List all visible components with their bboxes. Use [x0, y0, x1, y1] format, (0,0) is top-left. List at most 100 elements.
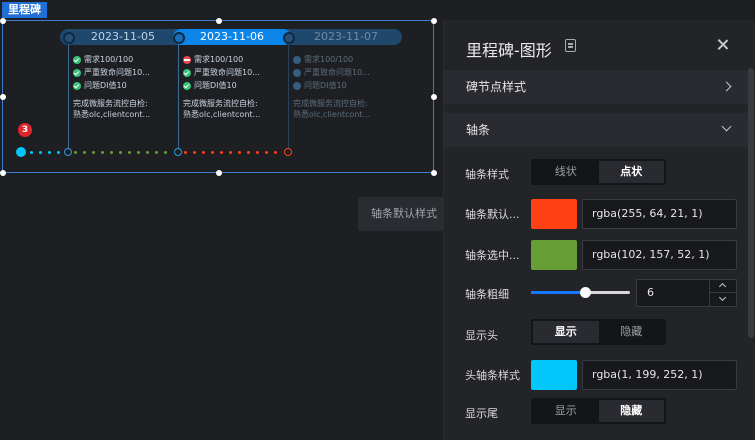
axis-dot	[256, 151, 259, 154]
axis-style-toggle: 线状 点状	[531, 159, 666, 185]
show-tail-toggle: 显示 隐藏	[531, 398, 666, 424]
axis-dot	[57, 151, 60, 154]
axis-thickness-slider[interactable]	[531, 287, 630, 298]
slider-fill	[531, 291, 586, 294]
axis-selected-color-input[interactable]: rgba(102, 157, 52, 1)	[582, 240, 737, 270]
axis-selected-color-swatch[interactable]	[531, 240, 577, 270]
axis-dot	[128, 151, 131, 154]
resize-handle-bottom-right[interactable]	[431, 170, 437, 176]
axis-dot	[83, 151, 86, 154]
canvas-area: 里程碑 2023-11-05 2023-11-06 2023-11-07 需求1…	[0, 0, 450, 440]
axis-dot	[211, 151, 214, 154]
thickness-value: 6	[647, 286, 654, 299]
milestone-card[interactable]: 需求100/100 严重致命问题10... 问题DI值10 完成微服务流控自检:…	[73, 53, 181, 120]
milestone-marker-icon	[63, 32, 75, 44]
axis-default-color-input[interactable]: rgba(255, 64, 21, 1)	[582, 199, 737, 229]
annotation-badge-3: 3	[18, 123, 32, 137]
milestone-date-active[interactable]: 2023-11-06	[173, 29, 291, 45]
section-node-style[interactable]: 碑节点样式	[444, 70, 748, 104]
pending-circle-icon	[293, 55, 301, 64]
axis-style-dot-option[interactable]: 点状	[598, 161, 664, 183]
milestone-date[interactable]: 2023-11-05	[74, 29, 172, 45]
card-item: 问题DI值10	[73, 79, 181, 92]
card-item: 严重致命问题10...	[73, 66, 181, 79]
slider-thumb[interactable]	[580, 287, 592, 298]
head-color-input[interactable]: rgba(1, 199, 252, 1)	[582, 360, 737, 390]
axis-style-line-option[interactable]: 线状	[533, 161, 599, 183]
axis-dot	[220, 151, 223, 154]
check-circle-icon	[73, 81, 81, 90]
axis-dot	[92, 151, 95, 154]
document-icon[interactable]	[565, 39, 576, 52]
resize-handle-bottom-left[interactable]	[0, 170, 6, 176]
resize-handle-right[interactable]	[431, 94, 437, 100]
close-icon[interactable]	[714, 36, 732, 54]
axis-style-label: 轴条样式	[465, 168, 509, 181]
show-tail-label: 显示尾	[465, 407, 498, 420]
axis-dot	[101, 151, 104, 154]
resize-handle-left[interactable]	[0, 94, 6, 100]
pending-circle-icon	[293, 68, 301, 77]
axis-dot	[164, 151, 167, 154]
show-tail-hide-option[interactable]: 隐藏	[598, 400, 664, 422]
minus-circle-icon	[183, 55, 191, 64]
pending-circle-icon	[293, 81, 301, 90]
head-axis-style-label: 头轴条样式	[465, 369, 520, 382]
axis-dot	[155, 151, 158, 154]
axis-dot	[229, 151, 232, 154]
card-description: 完成微服务流控自检: 熟悉olc,clientcont...	[293, 99, 371, 119]
show-head-hide-option[interactable]: 隐藏	[599, 321, 665, 343]
axis-dot	[247, 151, 250, 154]
chevron-down-icon[interactable]	[718, 293, 727, 302]
show-head-label: 显示头	[465, 329, 498, 342]
check-circle-icon	[73, 55, 81, 64]
head-color-swatch[interactable]	[531, 360, 577, 390]
check-circle-icon	[183, 68, 191, 77]
axis-dot	[119, 151, 122, 154]
panel-scrollbar[interactable]	[748, 68, 754, 338]
section-axis[interactable]: 轴条	[444, 113, 748, 147]
card-item: 问题DI值10	[293, 79, 401, 92]
axis-default-color-label: 轴条默认...	[465, 208, 520, 221]
axis-dot	[137, 151, 140, 154]
axis-thickness-input[interactable]: 6	[636, 279, 737, 307]
chevron-up-icon[interactable]	[718, 282, 727, 291]
panel-title: 里程碑-图形	[466, 41, 552, 60]
axis-dot	[39, 151, 42, 154]
card-item: 严重致命问题10...	[293, 66, 401, 79]
number-stepper[interactable]	[709, 280, 736, 306]
axis-dot	[110, 151, 113, 154]
axis-dot	[184, 151, 187, 154]
milestone-date[interactable]: 2023-11-07	[292, 29, 400, 45]
check-circle-icon	[73, 68, 81, 77]
milestone-marker-icon	[283, 32, 295, 44]
show-tail-show-option[interactable]: 显示	[533, 400, 599, 422]
resize-handle-bottom[interactable]	[216, 170, 222, 176]
axis-node	[284, 148, 292, 156]
axis-node	[174, 148, 182, 156]
axis-default-color-swatch[interactable]	[531, 199, 577, 229]
card-item: 需求100/100	[73, 53, 181, 66]
resize-handle-top-right[interactable]	[431, 18, 437, 24]
show-head-show-option[interactable]: 显示	[533, 321, 599, 343]
resize-handle-top-left[interactable]	[0, 18, 6, 24]
card-item: 严重致命问题10...	[183, 66, 291, 79]
resize-handle-top[interactable]	[216, 18, 222, 24]
section-title: 碑节点样式	[466, 80, 527, 94]
axis-dot	[238, 151, 241, 154]
axis-dot	[74, 151, 77, 154]
card-item: 需求100/100	[183, 53, 291, 66]
axis-dot	[265, 151, 268, 154]
milestone-card[interactable]: 需求100/100 严重致命问题10... 问题DI值10 完成微服务流控自检:…	[293, 53, 401, 120]
card-description: 完成微服务流控自检: 熟悉olc,clientcont...	[73, 99, 151, 119]
axis-dot	[30, 151, 33, 154]
axis-dot	[202, 151, 205, 154]
tooltip: 轴条默认样式	[358, 197, 450, 231]
chevron-down-icon	[721, 121, 732, 132]
axis-node	[64, 148, 72, 156]
milestone-card[interactable]: 需求100/100 严重致命问题10... 问题DI值10 完成微服务流控自检:…	[183, 53, 291, 120]
show-head-toggle: 显示 隐藏	[531, 319, 666, 345]
axis-selected-color-label: 轴条选中...	[465, 249, 520, 262]
property-panel: 里程碑-图形 碑节点样式 轴条 轴条样式 线状 点状 轴条默认... rgba(…	[443, 20, 755, 440]
widget-name-tag[interactable]: 里程碑	[2, 2, 47, 18]
